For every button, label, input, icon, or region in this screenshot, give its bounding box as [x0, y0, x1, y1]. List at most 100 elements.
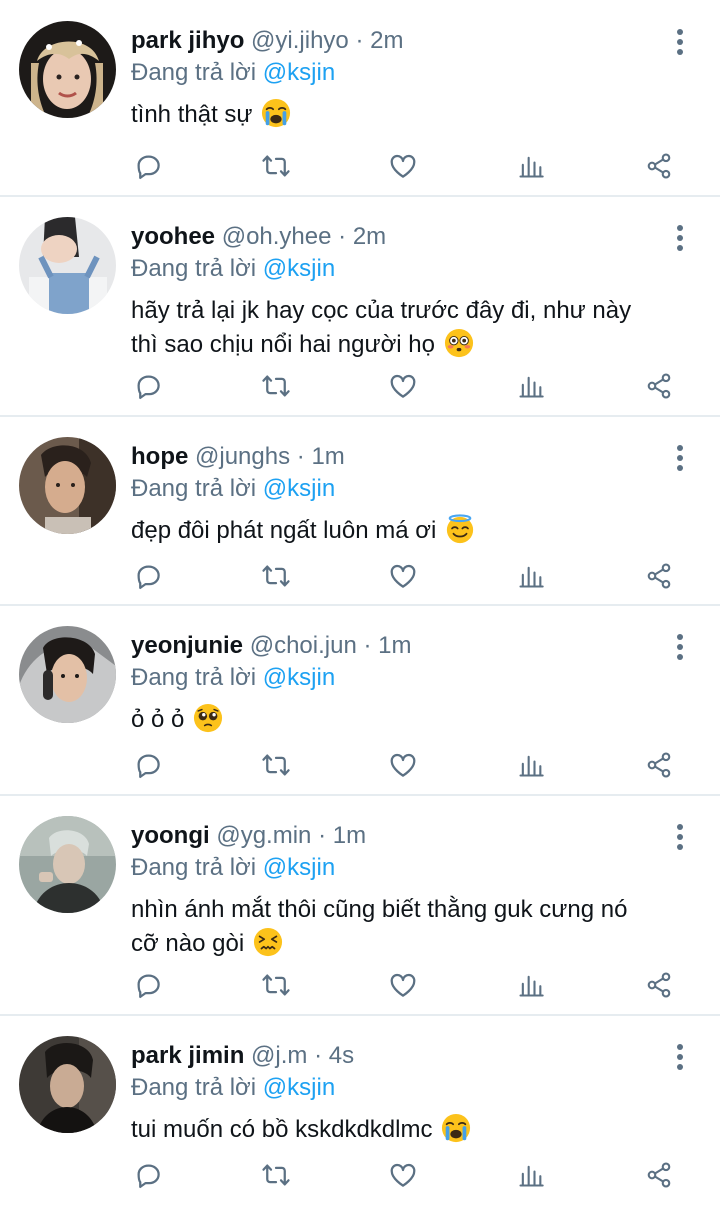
tweet-actions	[0, 146, 720, 186]
display-name[interactable]: yeonjunie	[131, 632, 243, 659]
mention-link[interactable]: @ksjin	[263, 255, 335, 282]
tweet-text: tình thật sự	[131, 98, 691, 132]
share-icon[interactable]	[639, 1155, 679, 1195]
tweet-text-line: đẹp đôi phát ngất luôn má ơi	[131, 517, 437, 544]
share-icon[interactable]	[639, 366, 679, 406]
replying-to-label: Đang trả lời	[131, 475, 257, 502]
more-options-icon[interactable]	[670, 28, 690, 56]
stats-icon[interactable]	[511, 366, 551, 406]
retweet-icon[interactable]	[256, 366, 296, 406]
more-options-icon[interactable]	[670, 823, 690, 851]
tweet-actions	[0, 965, 720, 1005]
tweet-actions	[0, 745, 720, 785]
tweet-text: tui muốn có bồ kskdkdkdlmc	[131, 1113, 691, 1147]
avatar[interactable]	[19, 626, 116, 723]
separator-dot: ·	[296, 443, 305, 470]
tweet-actions	[0, 556, 720, 596]
replying-to-label: Đang trả lời	[131, 1074, 257, 1101]
display-name[interactable]: park jihyo	[131, 27, 244, 54]
like-icon[interactable]	[383, 965, 423, 1005]
mention-link[interactable]: @ksjin	[263, 59, 335, 86]
tweet[interactable]: yoohee @oh.yhee · 2m Đang trả lời @ksjin…	[0, 196, 720, 417]
tweet-header: park jihyo @yi.jihyo · 2m	[131, 26, 403, 56]
tweet[interactable]: park jihyo @yi.jihyo · 2m Đang trả lời @…	[0, 0, 720, 197]
mention-link[interactable]: @ksjin	[263, 854, 335, 881]
tweet[interactable]: hope @junghs · 1m Đang trả lời @ksjin đẹ…	[0, 416, 720, 606]
like-icon[interactable]	[383, 1155, 423, 1195]
reply-icon[interactable]	[128, 556, 168, 596]
retweet-icon[interactable]	[256, 965, 296, 1005]
reply-icon[interactable]	[128, 366, 168, 406]
reply-icon[interactable]	[128, 146, 168, 186]
timestamp[interactable]: 2m	[353, 223, 386, 250]
retweet-icon[interactable]	[256, 1155, 296, 1195]
tweet-text-line: nhìn ánh mắt thôi cũng biết thằng guk cư…	[131, 896, 628, 923]
avatar[interactable]	[19, 437, 116, 534]
avatar[interactable]	[19, 217, 116, 314]
mention-link[interactable]: @ksjin	[263, 475, 335, 502]
share-icon[interactable]	[639, 745, 679, 785]
tweet-text: ỏ ỏ ỏ	[131, 703, 691, 737]
share-icon[interactable]	[639, 556, 679, 596]
retweet-icon[interactable]	[256, 146, 296, 186]
like-icon[interactable]	[383, 556, 423, 596]
timestamp[interactable]: 4s	[329, 1042, 354, 1069]
more-options-icon[interactable]	[670, 633, 690, 661]
separator-dot: ·	[363, 632, 372, 659]
replying-to: Đang trả lời @ksjin	[131, 1073, 335, 1103]
user-handle[interactable]: @oh.yhee	[222, 223, 332, 250]
tweet-text-line: ỏ ỏ ỏ	[131, 706, 185, 733]
replying-to-label: Đang trả lời	[131, 854, 257, 881]
replying-to: Đang trả lời @ksjin	[131, 663, 335, 693]
timestamp[interactable]: 1m	[333, 822, 366, 849]
user-handle[interactable]: @yi.jihyo	[251, 27, 349, 54]
user-handle[interactable]: @junghs	[195, 443, 290, 470]
avatar[interactable]	[19, 1036, 116, 1133]
display-name[interactable]: yoohee	[131, 223, 215, 250]
user-handle[interactable]: @yg.min	[216, 822, 311, 849]
timestamp[interactable]: 1m	[311, 443, 344, 470]
reply-icon[interactable]	[128, 965, 168, 1005]
tweet-text: đẹp đôi phát ngất luôn má ơi	[131, 514, 691, 548]
more-options-icon[interactable]	[670, 444, 690, 472]
stats-icon[interactable]	[511, 965, 551, 1005]
tweet-text-line: thì sao chịu nổi hai người họ	[131, 331, 435, 358]
like-icon[interactable]	[383, 146, 423, 186]
tweet[interactable]: yoongi @yg.min · 1m Đang trả lời @ksjin …	[0, 795, 720, 1016]
stats-icon[interactable]	[511, 146, 551, 186]
display-name[interactable]: yoongi	[131, 822, 210, 849]
stats-icon[interactable]	[511, 1155, 551, 1195]
reply-icon[interactable]	[128, 1155, 168, 1195]
share-icon[interactable]	[639, 965, 679, 1005]
replying-to-label: Đang trả lời	[131, 664, 257, 691]
tweet-text: nhìn ánh mắt thôi cũng biết thằng guk cư…	[131, 893, 691, 961]
like-icon[interactable]	[383, 366, 423, 406]
timestamp[interactable]: 1m	[378, 632, 411, 659]
stats-icon[interactable]	[511, 745, 551, 785]
timestamp[interactable]: 2m	[370, 27, 403, 54]
tweet-header: yoohee @oh.yhee · 2m	[131, 222, 386, 252]
retweet-icon[interactable]	[256, 556, 296, 596]
loudly-crying-face-icon	[261, 98, 291, 128]
mention-link[interactable]: @ksjin	[263, 1074, 335, 1101]
avatar[interactable]	[19, 816, 116, 913]
smiling-face-with-halo-icon	[445, 514, 475, 544]
reply-icon[interactable]	[128, 745, 168, 785]
user-handle[interactable]: @j.m	[251, 1042, 307, 1069]
tweet[interactable]: park jimin @j.m · 4s Đang trả lời @ksjin…	[0, 1015, 720, 1205]
display-name[interactable]: park jimin	[131, 1042, 244, 1069]
replying-to: Đang trả lời @ksjin	[131, 853, 335, 883]
mention-link[interactable]: @ksjin	[263, 664, 335, 691]
share-icon[interactable]	[639, 146, 679, 186]
display-name[interactable]: hope	[131, 443, 188, 470]
tweet-text-line: tui muốn có bồ kskdkdkdlmc	[131, 1116, 433, 1143]
tweet[interactable]: yeonjunie @choi.jun · 1m Đang trả lời @k…	[0, 605, 720, 796]
avatar[interactable]	[19, 21, 116, 118]
like-icon[interactable]	[383, 745, 423, 785]
more-options-icon[interactable]	[670, 224, 690, 252]
separator-dot: ·	[318, 822, 327, 849]
stats-icon[interactable]	[511, 556, 551, 596]
user-handle[interactable]: @choi.jun	[250, 632, 357, 659]
more-options-icon[interactable]	[670, 1043, 690, 1071]
retweet-icon[interactable]	[256, 745, 296, 785]
